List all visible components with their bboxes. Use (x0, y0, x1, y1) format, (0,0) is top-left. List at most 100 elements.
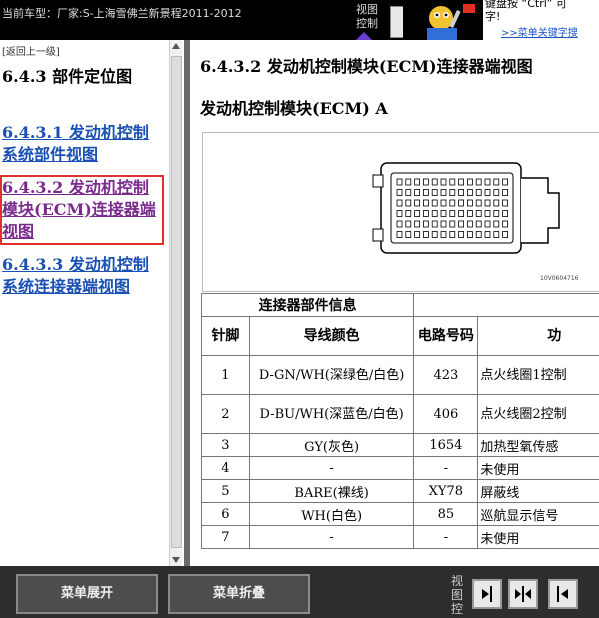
connector-pin (484, 199, 491, 207)
cell-pin: 6 (201, 502, 250, 526)
connector-pin (475, 178, 482, 186)
table-row: 5 BARE(裸线) XY78 屏蔽线 (201, 479, 599, 503)
table-caption: 连接器部件信息 (200, 293, 415, 317)
cell-wire: WH(白色) (248, 502, 415, 526)
connector-pin (475, 189, 482, 196)
nav-link-ecm-connector-view[interactable]: 6.4.3.2 发动机控制模块(ECM)连接器端视图 (0, 175, 164, 245)
connector-pin (414, 210, 421, 217)
connector-pin (422, 178, 429, 186)
current-car-label: 当前车型：厂家:S-上海雪佛兰新景程2011-2012 (2, 7, 242, 20)
table-row: 3 GY(灰色) 1654 加热型氧传感 (201, 433, 599, 457)
connector-pin (484, 178, 491, 186)
top-bar: 当前车型：厂家:S-上海雪佛兰新景程2011-2012 视图控制 键盘按 “Ct… (0, 0, 599, 40)
connector-pin (422, 220, 429, 228)
connector-pin (440, 220, 447, 228)
connector-pin (449, 231, 456, 238)
page-subtitle: 发动机控制模块(ECM) A (200, 99, 388, 118)
header-function: 功 (477, 316, 599, 356)
figure-code: 10V0604716 (540, 275, 579, 282)
connector-pin (422, 199, 429, 207)
arrow-right-icon (482, 586, 492, 602)
left-scrollbar[interactable] (169, 40, 182, 566)
connector-pin (405, 231, 412, 238)
cell-wire: BARE(裸线) (248, 479, 415, 503)
connector-pin (440, 199, 447, 207)
connector-pin (493, 178, 500, 186)
connector-pin (440, 178, 447, 186)
connector-pin (475, 199, 482, 207)
connector-pin (484, 220, 491, 228)
connector-pin (431, 220, 438, 228)
cell-circuit: 85 (413, 502, 479, 526)
cell-function: 点火线圈1控制 (477, 355, 599, 395)
connector-pin (405, 178, 412, 186)
navigation-panel: [返回上一级] 6.4.3 部件定位图 6.4.3.1 发动机控制系统部件视图 … (0, 40, 184, 566)
scroll-thumb[interactable] (171, 56, 182, 548)
cell-function: 加热型氧传感 (477, 433, 599, 457)
view-control-arrow-icon[interactable] (356, 32, 372, 40)
panel-toggle-icon[interactable] (390, 6, 404, 38)
table-row: 2 D-BU/WH(深蓝色/白色) 406 点火线圈2控制 (201, 394, 599, 434)
cell-function: 巡航显示信号 (477, 502, 599, 526)
cell-wire: D-BU/WH(深蓝色/白色) (248, 394, 415, 434)
cell-wire: - (248, 456, 415, 480)
connector-pin (449, 220, 456, 228)
show-right-panel-button[interactable] (472, 579, 502, 609)
connector-pin (466, 199, 473, 207)
table-row: 7 - - 未使用 (201, 525, 599, 549)
menu-keyword-search-link[interactable]: >>菜单关键字搜 (501, 24, 578, 39)
table-row: 6 WH(白色) 85 巡航显示信号 (201, 502, 599, 526)
cell-circuit: XY78 (413, 479, 479, 503)
connector-pin (440, 189, 447, 196)
connector-pin (484, 189, 491, 196)
cell-function: 未使用 (477, 525, 599, 549)
connector-pin (414, 189, 421, 196)
connector-pin (493, 199, 500, 207)
cell-wire: - (248, 525, 415, 549)
connector-pin (466, 210, 473, 217)
connector-pin (466, 220, 473, 228)
connector-pin (502, 178, 509, 186)
header-wire-color: 导线颜色 (248, 316, 415, 356)
connector-pin (396, 178, 403, 186)
show-left-panel-button[interactable] (548, 579, 578, 609)
connector-pin (396, 220, 403, 228)
connector-pin (440, 210, 447, 217)
connector-pin (475, 220, 482, 228)
cell-wire: GY(灰色) (248, 433, 415, 457)
view-control-label[interactable]: 视图控制 (356, 3, 382, 31)
cell-wire: D-GN/WH(深绿色/白色) (248, 355, 415, 395)
scroll-up-icon[interactable] (172, 43, 180, 49)
cell-function: 点火线圈2控制 (477, 394, 599, 434)
connector-pin (475, 210, 482, 217)
show-both-panels-button[interactable] (508, 579, 538, 609)
cell-pin: 7 (201, 525, 250, 549)
nav-link-connector-end-view[interactable]: 6.4.3.3 发动机控制系统连接器端视图 (2, 254, 162, 298)
connector-pin (466, 231, 473, 238)
split-view-icon (515, 586, 531, 602)
nav-link-component-view[interactable]: 6.4.3.1 发动机控制系统部件视图 (2, 122, 162, 166)
connector-pin (449, 199, 456, 207)
connector-pin (493, 189, 500, 196)
caption-blank (413, 293, 599, 317)
connector-pin (502, 231, 509, 238)
page-title: 6.4.3.2 发动机控制模块(ECM)连接器端视图 (200, 57, 533, 76)
connector-pin (458, 178, 465, 186)
connector-pin (440, 231, 447, 238)
scroll-down-icon[interactable] (172, 557, 180, 563)
connector-pin (431, 231, 438, 238)
connector-pin (458, 210, 465, 217)
help-box: 键盘按 “Ctrl” 可 字! >>菜单关键字搜 (483, 0, 599, 40)
menu-collapse-button[interactable]: 菜单折叠 (168, 574, 310, 614)
connector-pin (493, 231, 500, 238)
connector-pin (449, 189, 456, 196)
cell-function: 未使用 (477, 456, 599, 480)
connector-pin (466, 189, 473, 196)
connector-pin (396, 189, 403, 196)
back-link[interactable]: [返回上一级] (2, 43, 60, 58)
connector-pin (458, 220, 465, 228)
cell-pin: 3 (201, 433, 250, 457)
cell-circuit: 406 (413, 394, 479, 434)
connector-pin (405, 220, 412, 228)
menu-expand-button[interactable]: 菜单展开 (16, 574, 158, 614)
